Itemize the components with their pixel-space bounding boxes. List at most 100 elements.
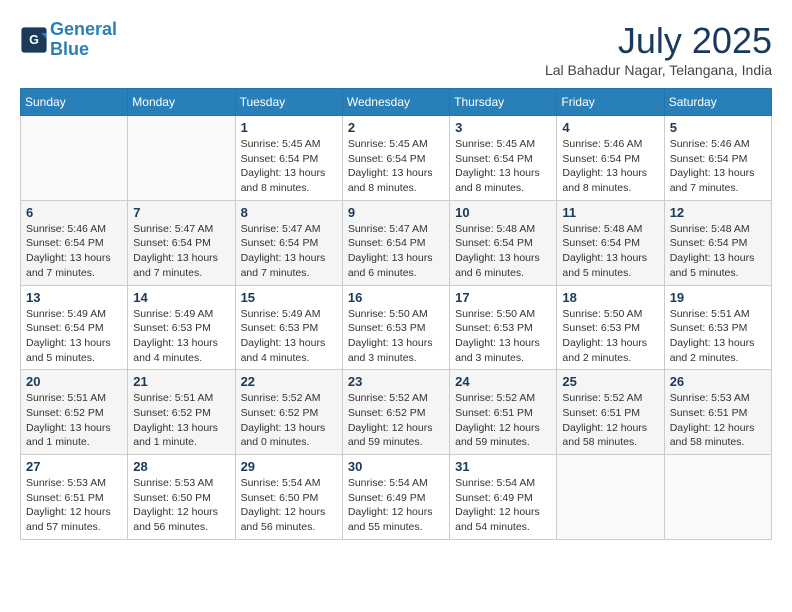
day-number: 22 — [241, 374, 337, 389]
calendar-day: 16 Sunrise: 5:50 AMSunset: 6:53 PMDayligh… — [342, 285, 449, 370]
day-info: Sunrise: 5:54 AMSunset: 6:49 PMDaylight:… — [348, 476, 444, 535]
day-info: Sunrise: 5:50 AMSunset: 6:53 PMDaylight:… — [348, 307, 444, 366]
calendar-day: 18 Sunrise: 5:50 AMSunset: 6:53 PMDayligh… — [557, 285, 664, 370]
calendar-day: 17 Sunrise: 5:50 AMSunset: 6:53 PMDayligh… — [450, 285, 557, 370]
location: Lal Bahadur Nagar, Telangana, India — [545, 62, 772, 78]
day-number: 5 — [670, 120, 766, 135]
calendar-header: SundayMondayTuesdayWednesdayThursdayFrid… — [21, 89, 772, 116]
day-info: Sunrise: 5:48 AMSunset: 6:54 PMDaylight:… — [670, 222, 766, 281]
day-number: 27 — [26, 459, 122, 474]
day-info: Sunrise: 5:46 AMSunset: 6:54 PMDaylight:… — [562, 137, 658, 196]
calendar-day: 12Sunrise: 5:48 AMSunset: 6:54 PMDayligh… — [664, 200, 771, 285]
day-info: Sunrise: 5:49 AMSunset: 6:53 PMDaylight:… — [241, 307, 337, 366]
calendar-day: 11 Sunrise: 5:48 AMSunset: 6:54 PMDayligh… — [557, 200, 664, 285]
day-number: 7 — [133, 205, 229, 220]
calendar-day: 14 Sunrise: 5:49 AMSunset: 6:53 PMDayligh… — [128, 285, 235, 370]
calendar-day: 29 Sunrise: 5:54 AMSunset: 6:50 PMDayligh… — [235, 455, 342, 540]
day-info: Sunrise: 5:50 AMSunset: 6:53 PMDaylight:… — [455, 307, 551, 366]
calendar-day: 20 Sunrise: 5:51 AMSunset: 6:52 PMDayligh… — [21, 370, 128, 455]
day-number: 1 — [241, 120, 337, 135]
day-number: 11 — [562, 205, 658, 220]
calendar-day: 19 Sunrise: 5:51 AMSunset: 6:53 PMDayligh… — [664, 285, 771, 370]
day-info: Sunrise: 5:47 AMSunset: 6:54 PMDaylight:… — [241, 222, 337, 281]
calendar-day: 2Sunrise: 5:45 AMSunset: 6:54 PMDaylight… — [342, 116, 449, 201]
day-info: Sunrise: 5:49 AMSunset: 6:53 PMDaylight:… — [133, 307, 229, 366]
logo-line1: General — [50, 19, 117, 39]
day-info: Sunrise: 5:52 AMSunset: 6:52 PMDaylight:… — [348, 391, 444, 450]
title-area: July 2025 Lal Bahadur Nagar, Telangana, … — [545, 20, 772, 78]
calendar-day: 1 Sunrise: 5:45 AMSunset: 6:54 PMDaylight… — [235, 116, 342, 201]
day-number: 26 — [670, 374, 766, 389]
day-info: Sunrise: 5:47 AMSunset: 6:54 PMDaylight:… — [133, 222, 229, 281]
calendar-day: 9Sunrise: 5:47 AMSunset: 6:54 PMDaylight… — [342, 200, 449, 285]
day-info: Sunrise: 5:46 AMSunset: 6:54 PMDaylight:… — [670, 137, 766, 196]
day-number: 28 — [133, 459, 229, 474]
day-info: Sunrise: 5:48 AMSunset: 6:54 PMDaylight:… — [562, 222, 658, 281]
day-number: 29 — [241, 459, 337, 474]
logo-text: General Blue — [50, 20, 117, 60]
calendar-week-4: 20 Sunrise: 5:51 AMSunset: 6:52 PMDayligh… — [21, 370, 772, 455]
day-info: Sunrise: 5:54 AMSunset: 6:50 PMDaylight:… — [241, 476, 337, 535]
day-info: Sunrise: 5:45 AMSunset: 6:54 PMDaylight:… — [455, 137, 551, 196]
day-number: 31 — [455, 459, 551, 474]
calendar-day: 31 Sunrise: 5:54 AMSunset: 6:49 PMDayligh… — [450, 455, 557, 540]
day-number: 14 — [133, 290, 229, 305]
day-info: Sunrise: 5:51 AMSunset: 6:52 PMDaylight:… — [26, 391, 122, 450]
calendar-day: 25 Sunrise: 5:52 AMSunset: 6:51 PMDayligh… — [557, 370, 664, 455]
month-title: July 2025 — [545, 20, 772, 62]
calendar-day: 28 Sunrise: 5:53 AMSunset: 6:50 PMDayligh… — [128, 455, 235, 540]
calendar-day: 3 Sunrise: 5:45 AMSunset: 6:54 PMDaylight… — [450, 116, 557, 201]
day-number: 19 — [670, 290, 766, 305]
weekday-header-friday: Friday — [557, 89, 664, 116]
calendar-day: 5 Sunrise: 5:46 AMSunset: 6:54 PMDaylight… — [664, 116, 771, 201]
calendar-day: 23 Sunrise: 5:52 AMSunset: 6:52 PMDayligh… — [342, 370, 449, 455]
day-info: Sunrise: 5:54 AMSunset: 6:49 PMDaylight:… — [455, 476, 551, 535]
day-number: 13 — [26, 290, 122, 305]
day-number: 4 — [562, 120, 658, 135]
calendar-day: 7 Sunrise: 5:47 AMSunset: 6:54 PMDaylight… — [128, 200, 235, 285]
logo-line2: Blue — [50, 39, 89, 59]
weekday-header-thursday: Thursday — [450, 89, 557, 116]
calendar-day — [664, 455, 771, 540]
day-info: Sunrise: 5:51 AMSunset: 6:52 PMDaylight:… — [133, 391, 229, 450]
calendar-week-5: 27 Sunrise: 5:53 AMSunset: 6:51 PMDayligh… — [21, 455, 772, 540]
day-number: 18 — [562, 290, 658, 305]
weekday-header-row: SundayMondayTuesdayWednesdayThursdayFrid… — [21, 89, 772, 116]
day-number: 10 — [455, 205, 551, 220]
calendar-week-2: 6Sunrise: 5:46 AMSunset: 6:54 PMDaylight… — [21, 200, 772, 285]
weekday-header-tuesday: Tuesday — [235, 89, 342, 116]
day-number: 17 — [455, 290, 551, 305]
day-info: Sunrise: 5:51 AMSunset: 6:53 PMDaylight:… — [670, 307, 766, 366]
day-info: Sunrise: 5:50 AMSunset: 6:53 PMDaylight:… — [562, 307, 658, 366]
weekday-header-sunday: Sunday — [21, 89, 128, 116]
day-number: 23 — [348, 374, 444, 389]
day-number: 3 — [455, 120, 551, 135]
calendar-day: 6Sunrise: 5:46 AMSunset: 6:54 PMDaylight… — [21, 200, 128, 285]
day-number: 16 — [348, 290, 444, 305]
calendar-week-1: 1 Sunrise: 5:45 AMSunset: 6:54 PMDaylight… — [21, 116, 772, 201]
calendar-day: 4 Sunrise: 5:46 AMSunset: 6:54 PMDaylight… — [557, 116, 664, 201]
day-info: Sunrise: 5:45 AMSunset: 6:54 PMDaylight:… — [241, 137, 337, 196]
calendar-week-3: 13Sunrise: 5:49 AMSunset: 6:54 PMDayligh… — [21, 285, 772, 370]
day-info: Sunrise: 5:53 AMSunset: 6:50 PMDaylight:… — [133, 476, 229, 535]
weekday-header-monday: Monday — [128, 89, 235, 116]
weekday-header-saturday: Saturday — [664, 89, 771, 116]
day-info: Sunrise: 5:46 AMSunset: 6:54 PMDaylight:… — [26, 222, 122, 281]
day-info: Sunrise: 5:48 AMSunset: 6:54 PMDaylight:… — [455, 222, 551, 281]
day-number: 21 — [133, 374, 229, 389]
calendar-day — [557, 455, 664, 540]
calendar-day: 10 Sunrise: 5:48 AMSunset: 6:54 PMDayligh… — [450, 200, 557, 285]
day-info: Sunrise: 5:52 AMSunset: 6:51 PMDaylight:… — [562, 391, 658, 450]
day-number: 30 — [348, 459, 444, 474]
calendar-day: 26Sunrise: 5:53 AMSunset: 6:51 PMDayligh… — [664, 370, 771, 455]
day-info: Sunrise: 5:53 AMSunset: 6:51 PMDaylight:… — [26, 476, 122, 535]
day-number: 20 — [26, 374, 122, 389]
calendar-day — [21, 116, 128, 201]
calendar-day: 15Sunrise: 5:49 AMSunset: 6:53 PMDayligh… — [235, 285, 342, 370]
calendar-day: 27 Sunrise: 5:53 AMSunset: 6:51 PMDayligh… — [21, 455, 128, 540]
calendar-day: 30 Sunrise: 5:54 AMSunset: 6:49 PMDayligh… — [342, 455, 449, 540]
day-number: 25 — [562, 374, 658, 389]
day-info: Sunrise: 5:52 AMSunset: 6:52 PMDaylight:… — [241, 391, 337, 450]
weekday-header-wednesday: Wednesday — [342, 89, 449, 116]
day-info: Sunrise: 5:47 AMSunset: 6:54 PMDaylight:… — [348, 222, 444, 281]
